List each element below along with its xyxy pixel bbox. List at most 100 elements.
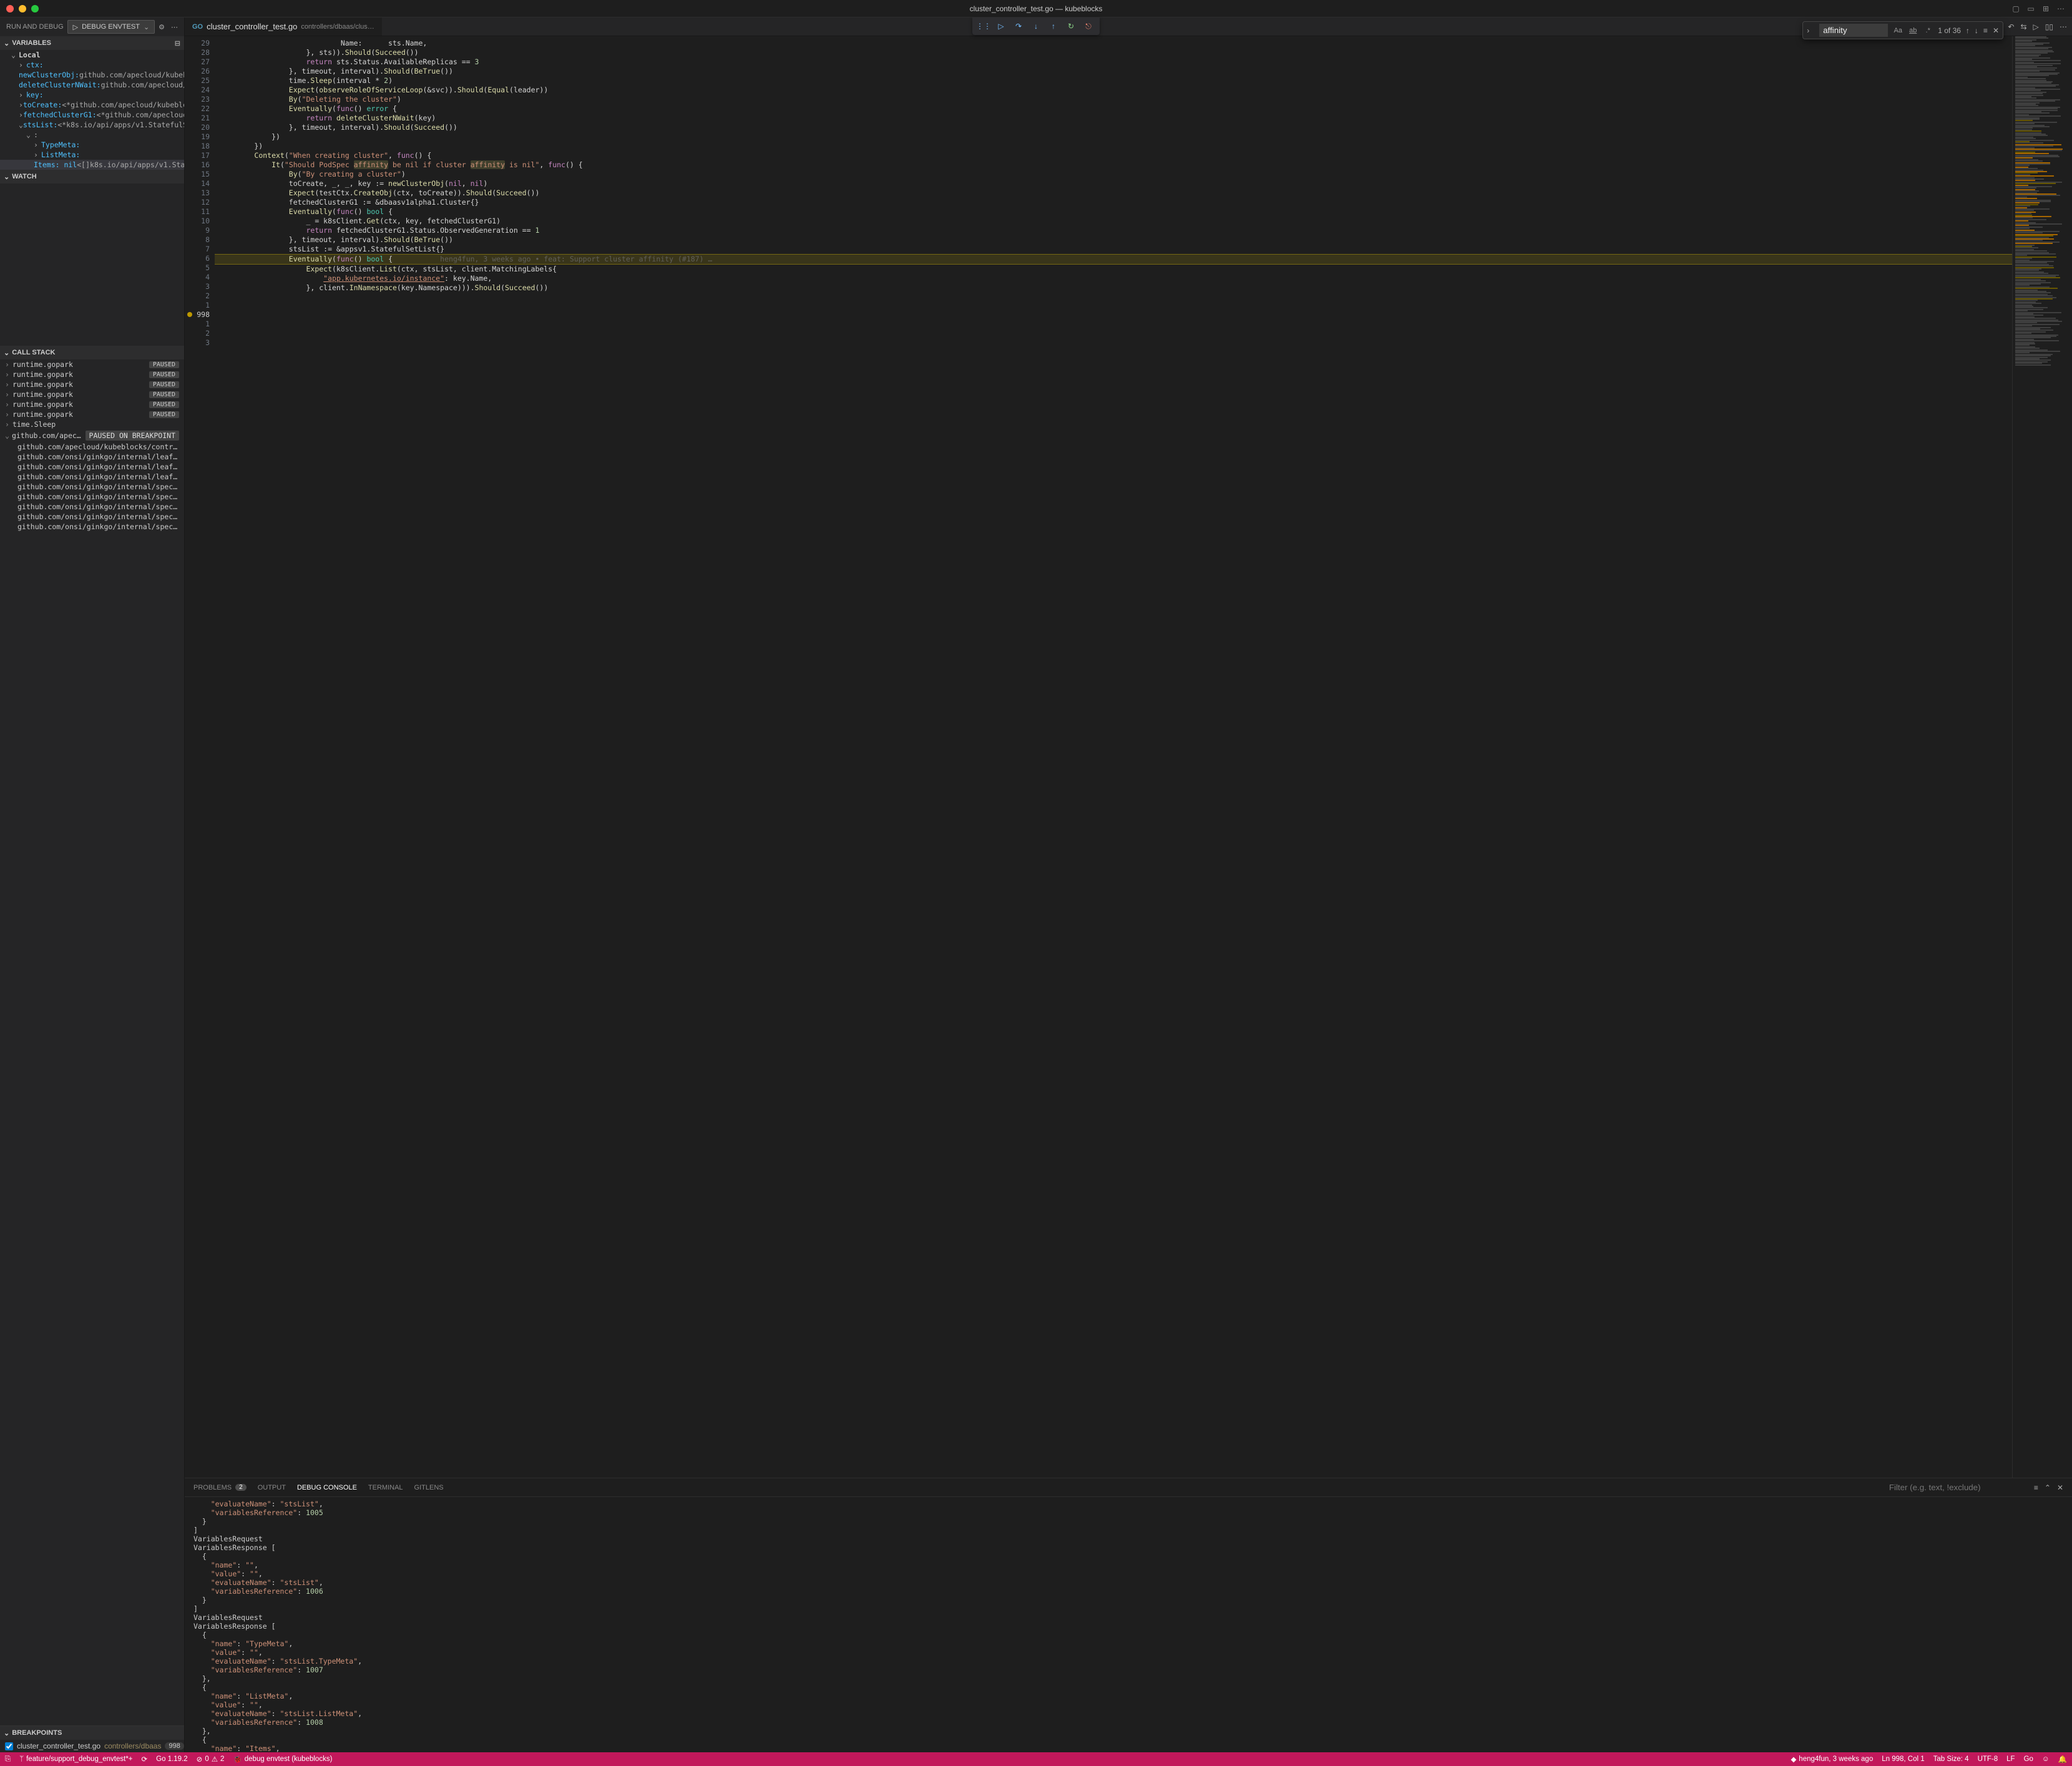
errors-warnings[interactable]: ⊘ 0 ⚠ 2 bbox=[197, 1755, 225, 1764]
thread-row[interactable]: ›runtime.goparkPAUSED bbox=[0, 379, 184, 389]
tab-output[interactable]: OUTPUT bbox=[258, 1484, 286, 1491]
diff-icon[interactable]: ⇆ bbox=[2020, 22, 2026, 31]
go-version[interactable]: Go 1.19.2 bbox=[156, 1755, 188, 1763]
breakpoint-row[interactable]: cluster_controller_test.go controllers/d… bbox=[0, 1740, 184, 1752]
collapse-panel-icon[interactable]: ⌃ bbox=[2045, 1483, 2051, 1492]
variable-row[interactable]: deleteClusterNWait: github.com/apecloud/… bbox=[0, 80, 184, 90]
layout-panel-icon[interactable]: ▢ bbox=[2011, 4, 2021, 14]
stack-frame[interactable]: github.com/onsi/ginkgo/internal/specrunn… bbox=[0, 512, 184, 522]
notifications-icon[interactable]: 🔔 bbox=[2058, 1755, 2067, 1764]
debug-config-dropdown[interactable]: ▷ debug envtest ⌄ bbox=[67, 20, 155, 34]
thread-row[interactable]: ›time.Sleep bbox=[0, 419, 184, 429]
variables-scope-local[interactable]: ⌄Local bbox=[0, 50, 184, 60]
stack-frame[interactable]: github.com/onsi/ginkgo/internal/specrunn… bbox=[0, 522, 184, 532]
debug-target[interactable]: 🐞 debug envtest (kubeblocks) bbox=[233, 1755, 332, 1764]
stack-frame[interactable]: github.com/apecloud/kubeblocks/controlle… bbox=[0, 442, 184, 452]
breakpoint-checkbox[interactable] bbox=[5, 1742, 13, 1750]
variable-row[interactable]: ›fetchedClusterG1: <*github.com/apecloud… bbox=[0, 110, 184, 120]
panel-filter[interactable] bbox=[1889, 1483, 2014, 1492]
stack-frame[interactable]: github.com/onsi/ginkgo/internal/leafnode… bbox=[0, 462, 184, 472]
indent-setting[interactable]: Tab Size: 4 bbox=[1933, 1755, 1969, 1763]
expand-replace-icon[interactable]: › bbox=[1807, 26, 1814, 35]
minimize-window-button[interactable] bbox=[19, 5, 26, 12]
more-icon[interactable]: ⋯ bbox=[171, 23, 178, 31]
encoding[interactable]: UTF-8 bbox=[1978, 1755, 1998, 1763]
tab-terminal[interactable]: TERMINAL bbox=[368, 1484, 403, 1491]
git-blame[interactable]: ◆ heng4fun, 3 weeks ago bbox=[1791, 1755, 1873, 1764]
cursor-position[interactable]: Ln 998, Col 1 bbox=[1882, 1755, 1924, 1763]
editor-tab[interactable]: GO cluster_controller_test.go controller… bbox=[185, 17, 383, 36]
match-case-toggle[interactable]: Aa bbox=[1893, 27, 1903, 34]
lang-mode[interactable]: Go bbox=[2024, 1755, 2033, 1763]
thread-group[interactable]: ⌄github.com/apecloud/kubeblocks/c…PAUSED… bbox=[0, 429, 184, 442]
layout-grid-icon[interactable]: ⊞ bbox=[2041, 4, 2051, 14]
more-icon[interactable]: ⋯ bbox=[2060, 22, 2067, 31]
find-widget[interactable]: › Aa ab .* 1 of 36 ↑ ↓ ≡ ✕ bbox=[1802, 21, 2003, 39]
stack-frame[interactable]: github.com/onsi/ginkgo/internal/spec.(*S… bbox=[0, 482, 184, 492]
collapse-icon[interactable]: ⊟ bbox=[175, 39, 180, 47]
step-over-icon[interactable]: ↷ bbox=[1012, 20, 1025, 32]
git-branch[interactable]: ᛘ feature/support_debug_envtest*+ bbox=[19, 1755, 132, 1763]
find-input[interactable] bbox=[1819, 24, 1888, 37]
whole-word-toggle[interactable]: ab bbox=[1908, 27, 1918, 34]
eol[interactable]: LF bbox=[2006, 1755, 2015, 1763]
go-back-icon[interactable]: ↶ bbox=[2008, 22, 2014, 31]
code-area[interactable]: Name: sts.Name, }, sts)).Should(Succeed(… bbox=[215, 36, 2012, 1478]
split-editor-icon[interactable]: ▯▯ bbox=[2045, 22, 2053, 31]
tab-gitlens[interactable]: GITLENS bbox=[414, 1484, 444, 1491]
regex-toggle[interactable]: .* bbox=[1923, 27, 1933, 34]
variable-row[interactable]: ⌄ : bbox=[0, 130, 184, 140]
variable-row[interactable]: ›toCreate: <*github.com/apecloud/kubeblo… bbox=[0, 100, 184, 110]
stop-icon[interactable]: ⎋ bbox=[1082, 20, 1095, 32]
gear-icon[interactable]: ⚙ bbox=[159, 23, 165, 31]
debug-console-output[interactable]: "evaluateName": "stsList", "variablesRef… bbox=[185, 1497, 2072, 1752]
minimap[interactable] bbox=[2012, 36, 2072, 1478]
feedback-icon[interactable]: ☺ bbox=[2042, 1755, 2050, 1763]
thread-row[interactable]: ›runtime.goparkPAUSED bbox=[0, 359, 184, 369]
continue-icon[interactable]: ▷ bbox=[995, 20, 1007, 32]
maximize-window-button[interactable] bbox=[31, 5, 39, 12]
editor-tabs: GO cluster_controller_test.go controller… bbox=[185, 17, 2072, 36]
chevron-down-icon[interactable]: ⌄ bbox=[144, 23, 149, 31]
find-prev-icon[interactable]: ↑ bbox=[1966, 26, 1970, 35]
variable-row[interactable]: newClusterObj: github.com/apecloud/kubeb… bbox=[0, 70, 184, 80]
find-in-selection-icon[interactable]: ≡ bbox=[1983, 26, 1988, 35]
code-editor[interactable]: 2928272625242322212019181716151413121110… bbox=[185, 36, 2072, 1478]
close-find-icon[interactable]: ✕ bbox=[1993, 26, 1999, 35]
variable-row[interactable]: ›ctx: bbox=[0, 60, 184, 70]
step-into-icon[interactable]: ↓ bbox=[1030, 20, 1042, 32]
close-panel-icon[interactable]: ✕ bbox=[2057, 1483, 2063, 1492]
stack-frame[interactable]: github.com/onsi/ginkgo/internal/spec.(*S… bbox=[0, 492, 184, 502]
thread-row[interactable]: ›runtime.goparkPAUSED bbox=[0, 369, 184, 379]
variable-row[interactable]: ›TypeMeta: bbox=[0, 140, 184, 150]
stack-frame[interactable]: github.com/onsi/ginkgo/internal/leafnode… bbox=[0, 452, 184, 462]
thread-row[interactable]: ›runtime.goparkPAUSED bbox=[0, 389, 184, 399]
variable-row[interactable]: Items: nil <[]k8s.io/api/apps/v1.Statefu… bbox=[0, 160, 184, 170]
tab-debug-console[interactable]: DEBUG CONSOLE bbox=[297, 1484, 357, 1491]
customize-layout-icon[interactable]: ⋯ bbox=[2056, 4, 2066, 14]
sync-icon[interactable]: ⟳ bbox=[142, 1755, 148, 1764]
step-out-icon[interactable]: ↑ bbox=[1047, 20, 1060, 32]
run-file-icon[interactable]: ▷ bbox=[2033, 22, 2039, 31]
find-next-icon[interactable]: ↓ bbox=[1975, 26, 1978, 35]
remote-indicator[interactable]: ⎘ bbox=[5, 1755, 11, 1764]
start-debug-icon[interactable]: ▷ bbox=[73, 23, 78, 31]
callstack-header[interactable]: ⌄ CALL STACK bbox=[0, 346, 184, 359]
breakpoints-header[interactable]: ⌄ BREAKPOINTS bbox=[0, 1726, 184, 1740]
tab-problems[interactable]: PROBLEMS 2 bbox=[193, 1484, 247, 1491]
variables-header[interactable]: ⌄ VARIABLES ⊟ bbox=[0, 36, 184, 50]
watch-header[interactable]: ⌄ WATCH bbox=[0, 170, 184, 183]
variable-row[interactable]: ⌄stsList: <*k8s.io/api/apps/v1.StatefulS… bbox=[0, 120, 184, 130]
stack-frame[interactable]: github.com/onsi/ginkgo/internal/specrunn… bbox=[0, 502, 184, 512]
layout-sidebar-icon[interactable]: ▭ bbox=[2026, 4, 2036, 14]
variable-row[interactable]: ›ListMeta: bbox=[0, 150, 184, 160]
close-window-button[interactable] bbox=[6, 5, 14, 12]
thread-row[interactable]: ›runtime.goparkPAUSED bbox=[0, 409, 184, 419]
drag-handle-icon[interactable]: ⋮⋮ bbox=[977, 20, 990, 32]
clear-console-icon[interactable]: ≡ bbox=[2034, 1483, 2038, 1492]
stack-frame[interactable]: github.com/onsi/ginkgo/internal/leafnode… bbox=[0, 472, 184, 482]
panel-filter-input[interactable] bbox=[1889, 1483, 2014, 1492]
variable-row[interactable]: ›key: bbox=[0, 90, 184, 100]
thread-row[interactable]: ›runtime.goparkPAUSED bbox=[0, 399, 184, 409]
restart-icon[interactable]: ↻ bbox=[1065, 20, 1077, 32]
